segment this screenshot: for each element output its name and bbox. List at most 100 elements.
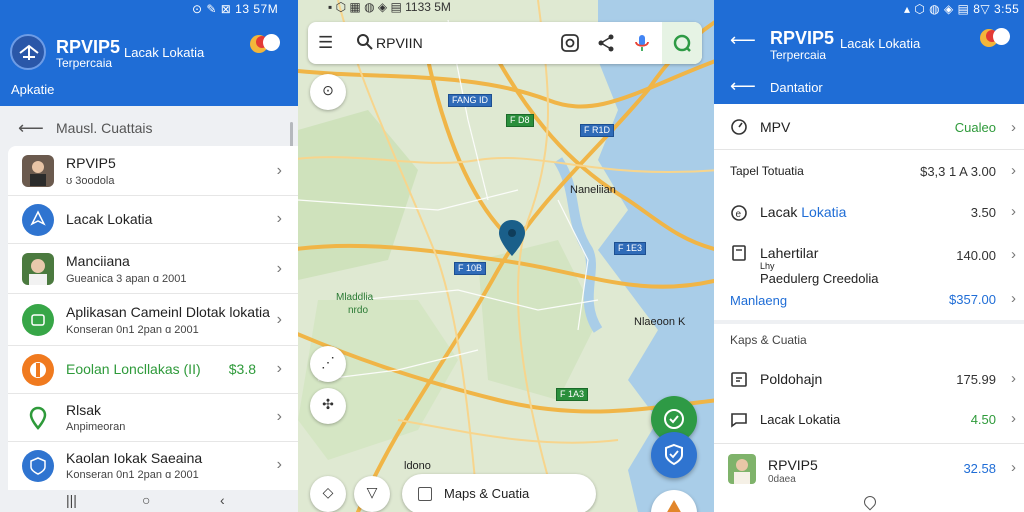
row-label-sub: 0daea: [768, 474, 796, 485]
mic-icon[interactable]: [632, 33, 652, 53]
gauge-icon: [731, 119, 747, 135]
directions-button[interactable]: ⋰: [310, 346, 346, 382]
list-item-sub: ʊ 3oodola: [66, 175, 115, 187]
toggle-icon[interactable]: [980, 28, 1010, 47]
chevron-right-icon: ›: [276, 162, 282, 179]
list-item[interactable]: Manciiana Gueanica 3 apan ɑ 2001 ›: [8, 244, 298, 294]
section-divider: [714, 320, 1024, 324]
checkbox-icon[interactable]: [418, 487, 432, 501]
menu-icon[interactable]: ☰: [318, 33, 333, 53]
locate-button[interactable]: ✣: [310, 388, 346, 424]
share-icon[interactable]: [596, 33, 616, 53]
list-item[interactable]: Rlsak Anpimeoran ›: [8, 394, 298, 442]
route-icon: ⋰: [321, 354, 335, 370]
list-item[interactable]: Kaolan Iokak Saeaina Konseran 0n1 2pan ɑ…: [8, 442, 298, 490]
direction-arrow-icon: ▽: [366, 484, 378, 500]
list-item-title: RPVIP5: [66, 155, 116, 171]
back-row[interactable]: ⟵ Mausl. Cuattais: [0, 110, 298, 144]
app-title-suffix: Lacak Lokatia: [124, 45, 205, 60]
list-item[interactable]: Aplikasan Cameinl Dlotak lokatia Konsera…: [8, 294, 298, 346]
detail-row[interactable]: Manlaeng $357.00 ›: [714, 288, 1024, 318]
list-item[interactable]: Eoolan Loncllakas (II) $3.8 ›: [8, 346, 298, 394]
lens-icon[interactable]: [560, 33, 580, 53]
voice-button[interactable]: [662, 22, 702, 64]
app-logo-icon: [10, 34, 46, 70]
detail-row[interactable]: Poldohajn 175.99 ›: [714, 360, 1024, 400]
recents-button[interactable]: |||: [66, 492, 77, 508]
document-icon: [732, 245, 746, 261]
pin-icon: [22, 354, 54, 386]
chevron-right-icon: ›: [1011, 162, 1016, 179]
avatar: [728, 454, 756, 484]
map-panel[interactable]: ▪ ⬡ ▦ ◍ ◈ ▤ 1133 5M FANG ID F D8 F R1D F…: [298, 0, 714, 512]
shield-icon: [22, 450, 54, 482]
detail-row[interactable]: RPVIP5 0daea 32.58 ›: [714, 448, 1024, 492]
chevron-right-icon: ›: [1011, 203, 1016, 220]
back-row-title: Mausl. Cuattais: [56, 120, 153, 136]
section-title: Kaps & Cuatia: [730, 333, 807, 347]
go-button[interactable]: ▽: [354, 476, 390, 512]
toggle-icon[interactable]: [250, 34, 280, 53]
chevron-right-icon: ›: [276, 311, 282, 328]
divider: [714, 443, 1024, 444]
blue-fab[interactable]: [651, 432, 697, 478]
left-header: ⊙ ✎ ⊠ 13 57M RPVIP5 Lacak Lokatia Terper…: [0, 0, 298, 106]
list-item-title: Aplikasan Cameinl Dlotak lokatia: [66, 304, 270, 320]
navigation-arrow-icon: [667, 500, 681, 512]
detail-row[interactable]: e Lacak Lokatia 3.50 ›: [714, 194, 1024, 232]
detail-row[interactable]: Lahertilar Lhy Paedulerg Creedolia 140.0…: [714, 236, 1024, 288]
list-item-sub: Konseran 0n1 2pan ɑ 2001: [66, 469, 199, 481]
home-button[interactable]: ○: [142, 492, 150, 508]
row-value: 140.00: [956, 248, 996, 263]
detail-row[interactable]: Lacak Lokatia 4.50 ›: [714, 400, 1024, 440]
search-icon: [357, 34, 373, 50]
wallet-icon: [22, 304, 54, 336]
avatar: [22, 155, 54, 187]
list-item-title: Eoolan Loncllakas (II): [66, 361, 201, 377]
list-item[interactable]: Lacak Lokatia ›: [8, 196, 298, 244]
row-label: RPVIP5: [768, 457, 818, 473]
explore-button[interactable]: ◇: [310, 476, 346, 512]
tab-dantatior[interactable]: Dantatior: [770, 80, 823, 95]
chevron-right-icon: ›: [276, 260, 282, 277]
app-title: RPVIP5: [770, 28, 835, 48]
row-label: Lacak Lokatia: [760, 412, 841, 427]
road-shield: F 1A3: [556, 388, 589, 401]
list-item[interactable]: RPVIP5 ʊ 3oodola ›: [8, 146, 298, 196]
map-search-bar[interactable]: ☰ RPVIIN: [308, 22, 702, 64]
nav-fab[interactable]: [651, 490, 697, 512]
road-shield: F R1D: [580, 124, 615, 137]
map-city-label: Nlaeoon K: [634, 316, 686, 328]
detail-row[interactable]: Tapel Totuatia $3,3 1 A 3.00 ›: [714, 150, 1024, 194]
right-header: ▴ ⬡ ◍ ◈ ▤ 8▽ 3:55 ⟵ RPVIP5 Lacak Lokatia…: [714, 0, 1024, 104]
row-label: Poldohajn: [760, 371, 823, 387]
back-button[interactable]: ‹: [220, 492, 225, 508]
back-arrow-icon[interactable]: ⟵: [730, 76, 756, 97]
left-panel: ⊙ ✎ ⊠ 13 57M RPVIP5 Lacak Lokatia Terper…: [0, 0, 298, 512]
location-icon: [22, 204, 54, 236]
chevron-right-icon: ›: [1011, 370, 1016, 387]
road-shield: F 1E3: [614, 242, 647, 255]
map-park-label: Mladdlia: [336, 292, 374, 303]
row-label-sub: Paedulerg Creedolia: [760, 271, 879, 286]
maps-chip[interactable]: Maps & Cuatia: [402, 474, 596, 512]
row-label: Lacak Lokatia: [760, 204, 847, 220]
app-subtitle: Terpercaia: [770, 48, 827, 62]
list-item-sub: Konseran 0n1 2pan ɑ 2001: [66, 324, 199, 336]
map-park-label: nrdo: [348, 305, 369, 316]
chevron-right-icon: ›: [276, 210, 282, 227]
app-root: ⊙ ✎ ⊠ 13 57M RPVIP5 Lacak Lokatia Terper…: [0, 0, 1024, 512]
list-item-amount: $3.8: [228, 361, 256, 377]
chevron-right-icon: ›: [276, 408, 282, 425]
detail-row[interactable]: MPV Cualeo ›: [714, 106, 1024, 150]
back-arrow-icon[interactable]: ⟵: [730, 30, 756, 51]
app-title-suffix: Lacak Lokatia: [840, 36, 921, 51]
row-label: Tapel Totuatia: [730, 164, 804, 178]
row-value: $357.00: [949, 292, 996, 307]
back-arrow-icon[interactable]: ⟵: [18, 118, 44, 139]
coin-icon: e: [731, 205, 747, 221]
chevron-right-icon: ›: [1011, 290, 1016, 307]
search-query[interactable]: RPVIIN: [376, 35, 423, 51]
layers-button[interactable]: ⊙: [310, 74, 346, 110]
chevron-right-icon: ›: [276, 456, 282, 473]
